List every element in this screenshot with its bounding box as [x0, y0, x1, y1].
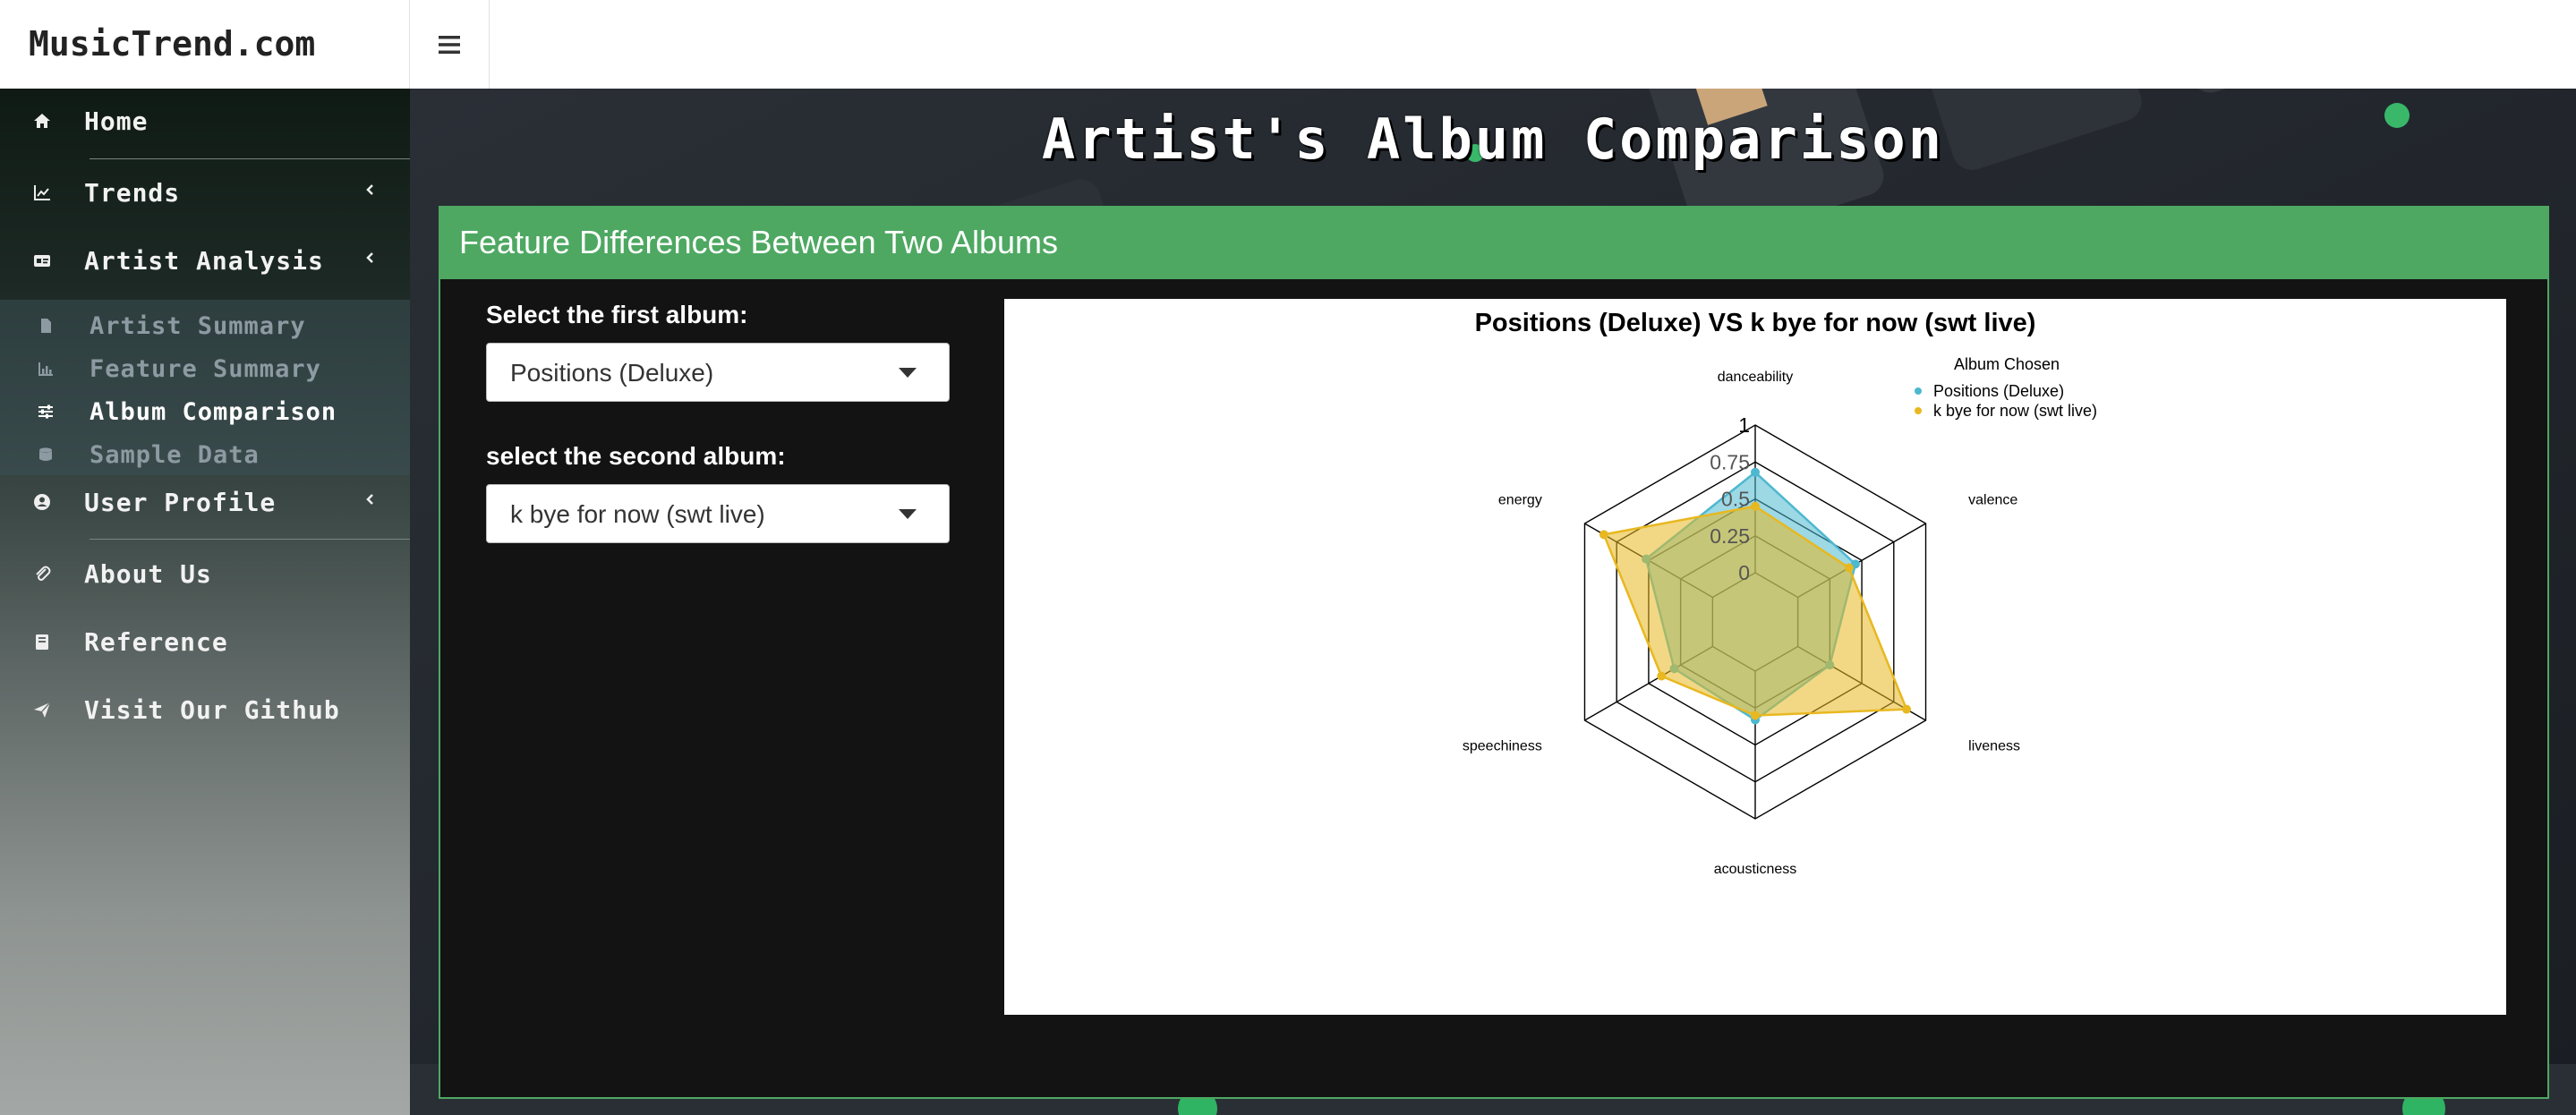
hamburger-icon — [439, 35, 460, 54]
data-point — [1599, 530, 1608, 540]
data-point — [1844, 563, 1854, 573]
sidebar-subitem-artist-summary[interactable]: Artist Summary — [0, 305, 410, 346]
sidebar-item-label: Visit Our Github — [84, 694, 340, 725]
legend-entry: Positions (Deluxe) — [1933, 382, 2064, 400]
sidebar-toggle-button[interactable] — [410, 0, 490, 89]
sliders-icon — [34, 400, 57, 423]
send-icon — [29, 696, 55, 723]
legend-title: Album Chosen — [1954, 355, 2060, 373]
sidebar-divider — [90, 158, 410, 159]
sidebar-item-github[interactable]: Visit Our Github — [0, 677, 410, 742]
radar-chart: Positions (Deluxe) VS k bye for now (swt… — [1004, 299, 2506, 1015]
sidebar-subitem-feature-summary[interactable]: Feature Summary — [0, 348, 410, 389]
tick-label: 0 — [1738, 561, 1750, 584]
sidebar-item-label: Trends — [84, 177, 181, 208]
sidebar-subitem-label: Artist Summary — [90, 311, 306, 340]
sidebar-item-artist-analysis[interactable]: Artist Analysis — [0, 228, 410, 293]
sidebar-item-home[interactable]: Home — [0, 89, 410, 153]
first-album-value: Positions (Deluxe) — [510, 359, 714, 387]
axis-label: danceability — [1718, 370, 1794, 385]
sidebar-item-user-profile[interactable]: User Profile — [0, 470, 410, 534]
page-title: Artist's Album Comparison — [1041, 106, 1945, 172]
sidebar-subitem-album-comparison[interactable]: Album Comparison — [0, 391, 410, 432]
data-point — [1751, 711, 1760, 720]
sidebar-item-reference[interactable]: Reference — [0, 609, 410, 674]
chevron-left-icon — [366, 252, 373, 263]
data-point — [1657, 671, 1667, 681]
data-point — [1751, 501, 1760, 511]
axis-label: acousticness — [1714, 862, 1797, 877]
tick-label: 1 — [1738, 413, 1750, 437]
first-album-select[interactable]: Positions (Deluxe) — [486, 343, 950, 402]
second-album-value: k bye for now (swt live) — [510, 500, 765, 528]
sidebar-item-label: Artist Analysis — [84, 245, 324, 276]
caret-down-icon — [899, 368, 917, 378]
axis-label: energy — [1498, 493, 1542, 508]
legend-swatch — [1915, 387, 1922, 395]
sidebar: Home Trends Artist Analysis Artist Summa… — [0, 89, 410, 1115]
main-content: Artist's Album Comparison Feature Differ… — [410, 89, 2576, 1115]
bar-chart-icon — [34, 357, 57, 380]
sidebar-subitem-label: Feature Summary — [90, 354, 321, 383]
sidebar-subitem-label: Sample Data — [90, 440, 260, 469]
axis-label: liveness — [1968, 739, 2020, 754]
legend-swatch — [1915, 407, 1922, 414]
top-header: MusicTrend.com — [0, 0, 2576, 89]
sidebar-item-label: Reference — [84, 626, 228, 657]
second-album-label: select the second album: — [486, 442, 786, 470]
radar-chart-svg: Positions (Deluxe) VS k bye for now (swt… — [1463, 309, 2097, 877]
file-icon — [34, 314, 57, 337]
axis-label: speechiness — [1463, 739, 1542, 754]
sidebar-item-label: User Profile — [84, 487, 277, 517]
second-album-select[interactable]: k bye for now (swt live) — [486, 484, 950, 543]
axis-label: valence — [1968, 493, 2017, 508]
panel-title: Feature Differences Between Two Albums — [459, 224, 1059, 260]
chevron-left-icon — [366, 494, 373, 505]
tick-label: 0.5 — [1721, 488, 1750, 511]
sidebar-subitem-label: Album Comparison — [90, 397, 337, 426]
user-circle-icon — [29, 489, 55, 515]
book-icon — [29, 628, 55, 655]
paperclip-icon — [29, 560, 55, 587]
home-icon — [29, 107, 55, 134]
tick-label: 0.75 — [1710, 450, 1750, 473]
first-album-label: Select the first album: — [486, 301, 748, 328]
chart-title: Positions (Deluxe) VS k bye for now (swt… — [1475, 309, 2036, 337]
id-card-icon — [29, 247, 55, 274]
legend-entry: k bye for now (swt live) — [1933, 402, 2097, 420]
data-point — [1751, 467, 1760, 477]
database-icon — [34, 443, 57, 466]
chevron-left-icon — [366, 184, 373, 195]
artist-analysis-submenu: Artist Summary Feature Summary Album Com… — [0, 300, 410, 475]
data-point — [1902, 704, 1912, 714]
panel-header: Feature Differences Between Two Albums — [440, 208, 2547, 279]
caret-down-icon — [899, 509, 917, 519]
comparison-panel: Feature Differences Between Two Albums S… — [439, 206, 2549, 1099]
sidebar-item-label: Home — [84, 106, 149, 136]
line-chart-icon — [29, 179, 55, 206]
site-logo[interactable]: MusicTrend.com — [0, 0, 410, 89]
sidebar-item-about-us[interactable]: About Us — [0, 541, 410, 606]
sidebar-divider — [90, 539, 410, 540]
sidebar-item-trends[interactable]: Trends — [0, 160, 410, 225]
tick-label: 0.25 — [1710, 524, 1750, 548]
sidebar-item-label: About Us — [84, 558, 212, 589]
